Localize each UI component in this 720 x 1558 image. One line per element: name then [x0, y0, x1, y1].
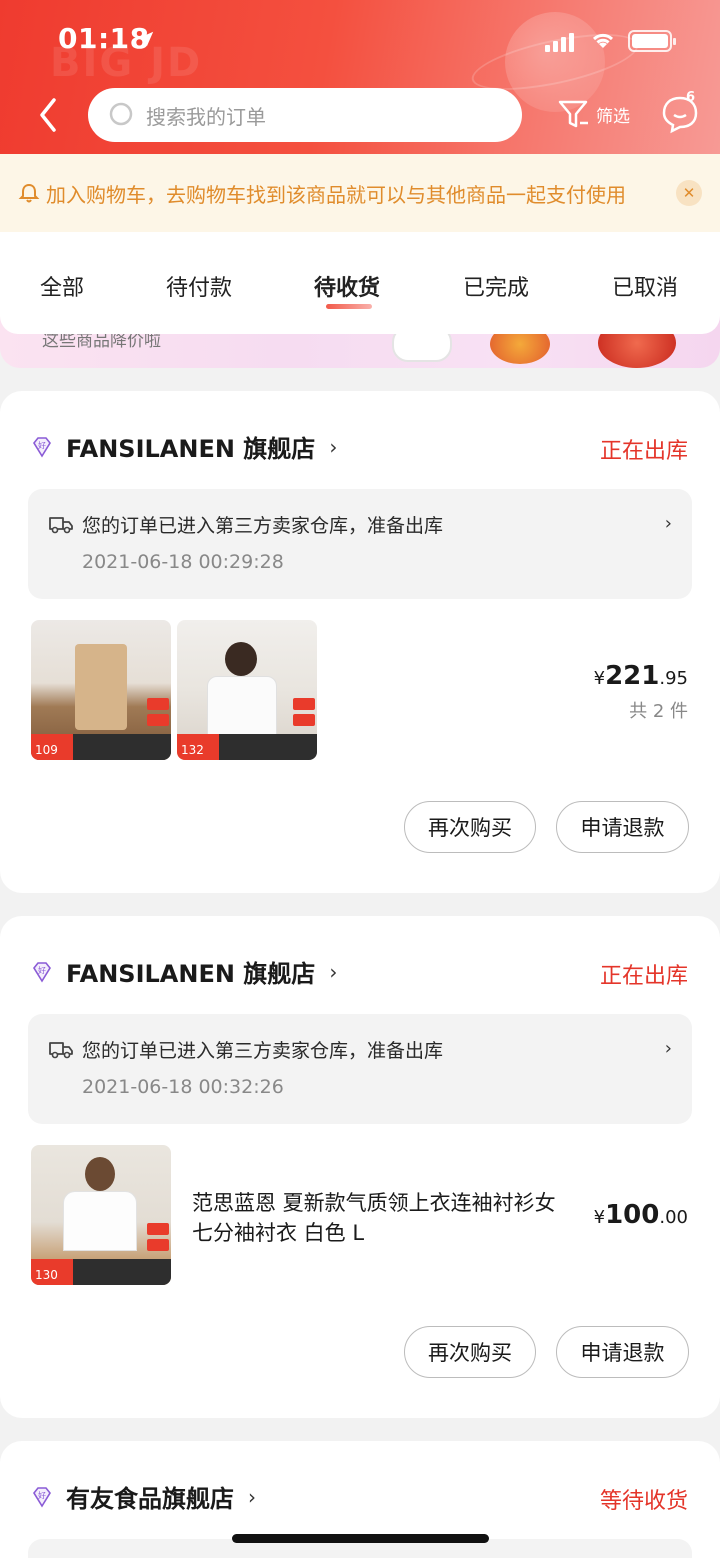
tab-completed[interactable]: 已完成	[463, 270, 529, 302]
search-placeholder: 搜索我的订单	[146, 104, 266, 129]
location-arrow-icon	[138, 31, 154, 47]
back-arrow-icon[interactable]	[30, 92, 70, 138]
order-tabs: 全部 待付款 待收货 已完成 已取消	[0, 232, 720, 334]
order-card[interactable]: 好 FANSILANEN 旗舰店 › 正在出库 您的订单已进入第三方卖家仓库，准…	[0, 916, 720, 1418]
svg-text:好: 好	[38, 1490, 46, 1500]
svg-text:好: 好	[38, 440, 46, 450]
order-status: 正在出库	[599, 439, 688, 464]
request-refund-button[interactable]: 申请退款	[556, 1326, 689, 1378]
status-time: 01:18	[58, 22, 150, 55]
product-thumbnail[interactable]: 132	[177, 620, 317, 760]
order-status: 正在出库	[599, 964, 688, 989]
order-card[interactable]: 好 FANSILANEN 旗舰店 › 正在出库 您的订单已进入第三方卖家仓库，准…	[0, 391, 720, 893]
product-thumbnail[interactable]: 109	[31, 620, 171, 760]
currency-symbol: ¥	[593, 668, 606, 689]
thumb-price: 109	[35, 743, 58, 757]
product-thumbnail[interactable]: 130	[31, 1145, 171, 1285]
thumb-price: 132	[181, 743, 204, 757]
filter-button[interactable]: 筛选	[556, 96, 630, 132]
buy-again-button[interactable]: 再次购买	[404, 1326, 536, 1378]
chevron-right-icon: ›	[329, 434, 338, 459]
diamond-badge-icon: 好	[33, 961, 51, 983]
active-tab-indicator	[326, 304, 372, 309]
shop-link[interactable]: 好 FANSILANEN 旗舰店 ›	[30, 429, 337, 464]
notice-text: 加入购物车，去购物车找到该商品就可以与其他商品一起支付使用	[46, 182, 626, 207]
shop-name: 有友食品旗舰店	[66, 1485, 234, 1513]
chevron-right-icon: ›	[329, 959, 338, 984]
header: BIG JD 01:18 搜索我的订单 筛选 6	[0, 0, 720, 154]
tab-cancelled[interactable]: 已取消	[612, 270, 678, 302]
price-integer: 221	[605, 661, 660, 691]
tab-pending-payment[interactable]: 待付款	[166, 270, 232, 302]
search-bar[interactable]: 搜索我的订单	[88, 88, 522, 142]
filter-icon	[558, 100, 588, 128]
wifi-icon	[592, 33, 614, 48]
item-count: 共 2 件	[629, 701, 688, 722]
home-indicator[interactable]	[232, 1534, 489, 1543]
price-decimal: .00	[659, 1207, 688, 1228]
shop-link[interactable]: 好 有友食品旗舰店 ›	[30, 1479, 256, 1514]
product-title[interactable]: 范思蓝恩 夏新款气质领上衣连袖衬衫女七分袖衬衣 白色 L	[192, 1188, 572, 1248]
message-badge: 6	[686, 90, 696, 105]
truck-icon	[49, 1042, 73, 1059]
logistics-time: 2021-06-18 00:29:28	[82, 551, 284, 573]
shop-link[interactable]: 好 FANSILANEN 旗舰店 ›	[30, 954, 337, 989]
logistics-info[interactable]: 您的订单已进入第三方卖家仓库，准备出库 2021-06-18 00:32:26 …	[28, 1014, 692, 1124]
price-decimal: .95	[659, 668, 688, 689]
bell-icon	[18, 183, 40, 203]
logistics-message: 您的订单已进入第三方卖家仓库，准备出库	[82, 515, 444, 537]
close-icon[interactable]: ✕	[676, 180, 702, 206]
filter-label: 筛选	[596, 106, 630, 127]
logistics-message: 您的订单已进入第三方卖家仓库，准备出库	[82, 1040, 444, 1062]
diamond-badge-icon: 好	[33, 436, 51, 458]
request-refund-button[interactable]: 申请退款	[556, 801, 689, 853]
thumb-price: 130	[35, 1268, 58, 1282]
search-icon	[109, 102, 133, 126]
svg-text:好: 好	[38, 965, 46, 975]
logistics-info[interactable]: 您的订单已进入第三方卖家仓库，准备出库 2021-06-18 00:29:28 …	[28, 489, 692, 599]
logistics-time: 2021-06-18 00:32:26	[82, 1076, 284, 1098]
chevron-right-icon: ›	[664, 1038, 672, 1059]
diamond-badge-icon: 好	[33, 1486, 51, 1508]
currency-symbol: ¥	[593, 1207, 606, 1228]
truck-icon	[49, 517, 73, 534]
price-integer: 100	[605, 1200, 660, 1230]
order-amount: ¥100.00	[594, 1200, 688, 1230]
tab-pending-receipt[interactable]: 待收货	[314, 270, 380, 302]
shop-name: FANSILANEN 旗舰店	[66, 960, 316, 988]
battery-icon	[628, 30, 676, 52]
notice-bar: 加入购物车，去购物车找到该商品就可以与其他商品一起支付使用 ✕	[0, 154, 720, 232]
chevron-right-icon: ›	[664, 513, 672, 534]
chevron-right-icon: ›	[248, 1484, 256, 1509]
buy-again-button[interactable]: 再次购买	[404, 801, 536, 853]
cellular-signal-icon	[545, 32, 574, 52]
tab-all[interactable]: 全部	[40, 270, 84, 302]
shop-name: FANSILANEN 旗舰店	[66, 435, 316, 463]
order-amount: ¥221.95	[594, 661, 688, 691]
order-status: 等待收货	[599, 1489, 688, 1514]
